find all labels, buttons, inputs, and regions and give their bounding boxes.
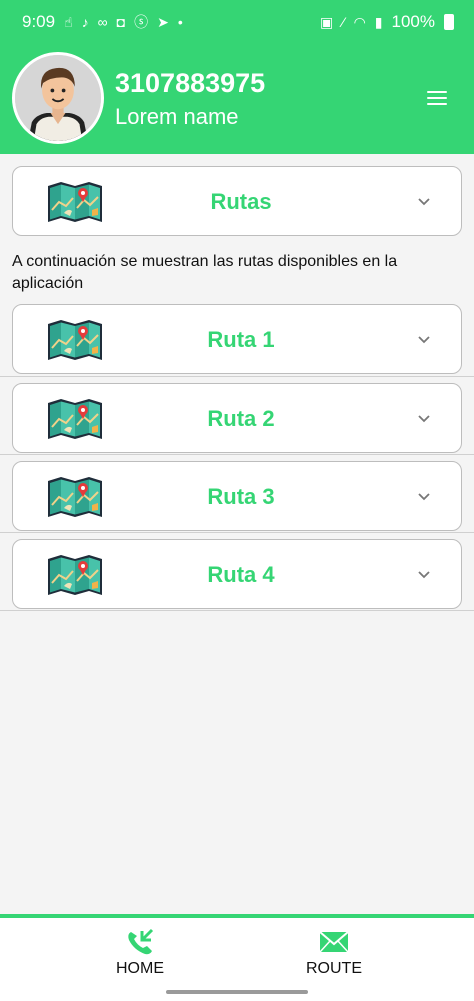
phone-call-icon (128, 928, 154, 955)
telegram-icon: ➤ (157, 13, 169, 30)
route-title: Ruta 4 (207, 562, 275, 587)
rutas-accordion[interactable]: Rutas (12, 166, 462, 236)
user-phone: 3107883975 (115, 68, 266, 98)
route-title: Ruta 2 (207, 406, 275, 431)
chevron-down-icon[interactable] (417, 333, 431, 347)
wifi-icon: ◠ (353, 13, 366, 30)
tiktok-icon: ♪ (81, 14, 89, 30)
shazam-icon: ⓢ (134, 14, 149, 30)
clock: 9:09 (22, 12, 56, 31)
signal-icon: ▮ (374, 13, 383, 30)
bottom-nav: HOME ROUTE (0, 914, 474, 1001)
hamburger-menu-icon[interactable] (420, 84, 454, 112)
status-bar-right: ▣ ⁄ ◠ ▮ 100% (320, 12, 454, 32)
route-accordion-2[interactable]: Ruta 2 (12, 383, 462, 453)
route-accordion-4[interactable]: Ruta 4 (12, 539, 462, 609)
divider (0, 376, 474, 377)
home-indicator[interactable] (166, 990, 308, 994)
nav-home-label: HOME (116, 960, 164, 977)
status-bar-left: 9:09 ☝ ♪ ∞ ◘ ⓢ ➤ • (22, 12, 183, 32)
route-title: Ruta 3 (207, 484, 275, 509)
route-title: Ruta 1 (207, 327, 275, 352)
nav-route-label: ROUTE (306, 960, 362, 977)
route-accordion-3[interactable]: Ruta 3 (12, 461, 462, 531)
notification-dot-icon: • (177, 14, 183, 30)
divider (0, 610, 474, 611)
divider (0, 532, 474, 533)
battery-icon (444, 14, 454, 30)
shield-icon: ◘ (116, 14, 126, 30)
avatar[interactable] (12, 52, 104, 144)
routes-description: A continuación se muestran las rutas dis… (12, 253, 398, 292)
nav-route[interactable]: ROUTE (274, 928, 394, 978)
battery-percent: 100% (391, 12, 435, 31)
gesture-icon: ☝ (64, 13, 73, 30)
nav-home[interactable]: HOME (80, 928, 200, 978)
status-bar: 9:09 ☝ ♪ ∞ ◘ ⓢ ➤ • ▣ ⁄ ◠ ▮ 100% (0, 0, 474, 46)
chevron-down-icon[interactable] (417, 568, 431, 582)
route-accordion-1[interactable]: Ruta 1 (12, 304, 462, 374)
chevron-down-icon[interactable] (417, 490, 431, 504)
battery-saver-icon: ▣ (320, 13, 334, 30)
rutas-title: Rutas (210, 189, 272, 214)
chevron-down-icon[interactable] (417, 195, 431, 209)
divider (0, 454, 474, 455)
app-header: 3107883975 Lorem name (0, 46, 474, 154)
avatar-illustration (15, 55, 101, 141)
chevron-down-icon[interactable] (417, 412, 431, 426)
envelope-icon (319, 931, 349, 953)
mute-icon: ⁄ (342, 14, 345, 30)
user-name: Lorem name (115, 104, 239, 129)
voicemail-icon: ∞ (97, 14, 108, 30)
